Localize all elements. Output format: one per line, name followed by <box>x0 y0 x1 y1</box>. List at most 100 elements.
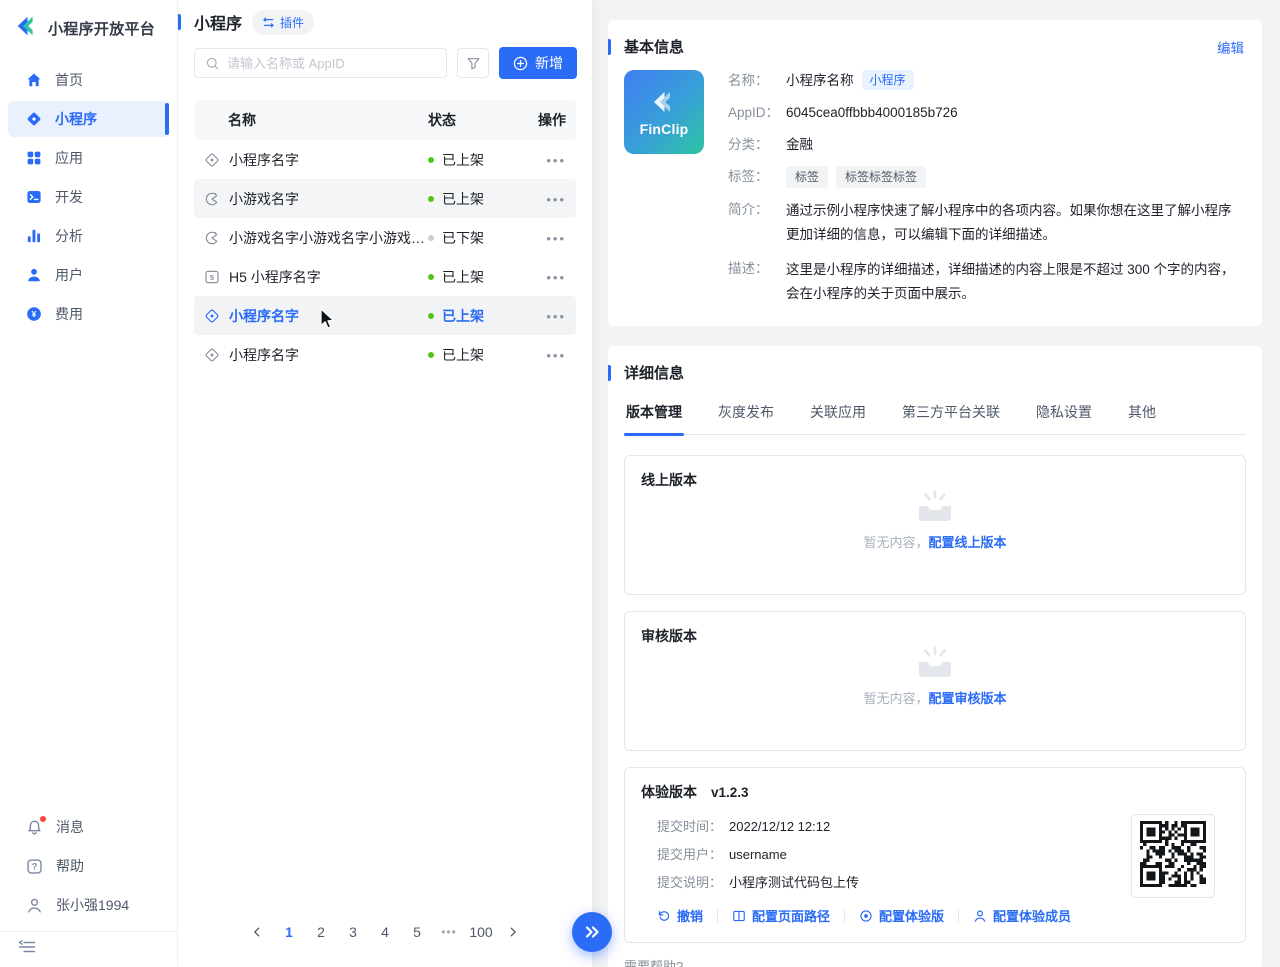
sidebar-item-help[interactable]: ? 帮助 <box>8 848 169 884</box>
chevron-left-icon <box>251 926 263 938</box>
filter-button[interactable] <box>457 48 489 78</box>
online-version-card: 线上版本 暂无内容，配置线上版本 <box>624 455 1246 595</box>
empty-text: 暂无内容， <box>863 535 928 550</box>
field-desc: 描述： 这里是小程序的详细描述，详细描述的内容上限是不超过 300 个字的内容，… <box>728 258 1244 306</box>
tab-version-management[interactable]: 版本管理 <box>624 393 684 434</box>
help-text: 需要帮助? <box>624 956 1246 967</box>
pagination-ellipsis[interactable]: ••• <box>435 918 463 946</box>
empty-inbox-icon <box>913 646 957 680</box>
tab-gray-release[interactable]: 灰度发布 <box>716 393 776 434</box>
table-row[interactable]: 小程序名字 已上架 ••• <box>194 140 576 179</box>
configure-page-path-button[interactable]: 配置页面路径 <box>732 906 830 925</box>
search-box[interactable] <box>194 48 447 78</box>
sidebar-footer: 消息 ? 帮助 张小强1994 <box>0 809 177 967</box>
divider <box>844 909 845 923</box>
plugin-toggle-badge[interactable]: 插件 <box>252 10 314 35</box>
detail-info-title: 详细信息 <box>624 362 684 383</box>
row-more-button[interactable]: ••• <box>546 192 566 207</box>
row-name: 小程序名字 <box>229 150 299 170</box>
sidebar-item-messages[interactable]: 消息 <box>8 809 169 845</box>
revoke-button[interactable]: 撤销 <box>657 906 703 925</box>
row-more-button[interactable]: ••• <box>546 348 566 363</box>
status-dot <box>428 352 434 358</box>
configure-online-version-link[interactable]: 配置线上版本 <box>929 535 1007 550</box>
column-actions: 操作 <box>520 110 576 130</box>
tab-other[interactable]: 其他 <box>1126 393 1158 434</box>
row-more-button[interactable]: ••• <box>546 270 566 285</box>
filter-funnel-icon <box>466 56 481 71</box>
miniprogram-table: 名称 状态 操作 小程序名字 已上架 ••• 小游戏名字 已上架 ••• 小游戏… <box>194 100 576 374</box>
title-marker <box>608 365 611 381</box>
row-more-button[interactable]: ••• <box>546 309 566 324</box>
pagination-next-button[interactable] <box>499 918 527 946</box>
pagination-page-5[interactable]: 5 <box>403 918 431 946</box>
plus-circle-icon <box>513 56 528 71</box>
help-icon: ? <box>25 858 43 875</box>
row-name: 小程序名字 <box>229 306 299 326</box>
sidebar-item-label: 首页 <box>55 70 83 90</box>
sidebar-item-label: 用户 <box>55 265 83 285</box>
configure-trial-members-button[interactable]: 配置体验成员 <box>973 906 1071 925</box>
minigame-type-icon <box>204 191 220 207</box>
minigame-type-icon <box>204 230 220 246</box>
sidebar-item-home[interactable]: 首页 <box>8 62 169 98</box>
row-name: 小程序名字 <box>229 345 299 365</box>
svg-text:?: ? <box>31 861 37 871</box>
apps-icon <box>25 150 42 166</box>
edit-link[interactable]: 编辑 <box>1217 37 1244 57</box>
table-row[interactable]: 小程序名字 已上架 ••• <box>194 335 576 374</box>
pagination-page-3[interactable]: 3 <box>339 918 367 946</box>
pagination-prev-button[interactable] <box>243 918 271 946</box>
target-icon <box>859 909 873 923</box>
sidebar-collapse-button[interactable] <box>0 931 177 967</box>
platform-logo[interactable]: 小程序开放平台 <box>0 0 177 56</box>
sidebar-nav: 首页 小程序 应用 开发 分析 用户 ¥ <box>0 62 177 335</box>
pagination: 1 2 3 4 5 ••• 100 <box>178 897 592 967</box>
pagination-page-2[interactable]: 2 <box>307 918 335 946</box>
field-label: 提交用户： <box>657 841 729 869</box>
collapse-list-panel-button[interactable] <box>572 912 612 952</box>
table-row[interactable]: 小游戏名字 已上架 ••• <box>194 179 576 218</box>
sidebar-item-dev[interactable]: 开发 <box>8 179 169 215</box>
pagination-page-4[interactable]: 4 <box>371 918 399 946</box>
table-row[interactable]: 小游戏名字小游戏名字小游戏名字 已下架 ••• <box>194 218 576 257</box>
sidebar-item-analytics[interactable]: 分析 <box>8 218 169 254</box>
status-label: 已上架 <box>442 150 484 170</box>
review-version-title: 审核版本 <box>641 626 1229 646</box>
field-intro: 简介： 通过示例小程序快速了解小程序中的各项内容。如果你想在这里了解小程序更加详… <box>728 199 1244 247</box>
detail-info-card: 详细信息 版本管理 灰度发布 关联应用 第三方平台关联 隐私设置 其他 线上版本… <box>608 346 1262 967</box>
app-logo-text: FinClip <box>640 121 689 137</box>
pagination-page-1[interactable]: 1 <box>275 918 303 946</box>
online-version-title: 线上版本 <box>641 470 1229 490</box>
configure-trial-version-button[interactable]: 配置体验版 <box>859 906 944 925</box>
qr-code <box>1140 821 1206 892</box>
field-value: 小程序名称 <box>786 73 854 88</box>
trial-version-qr[interactable] <box>1131 814 1215 898</box>
sidebar-item-account[interactable]: 张小强1994 <box>8 887 169 923</box>
field-value: 这里是小程序的详细描述，详细描述的内容上限是不超过 300 个字的内容，会在小程… <box>786 258 1244 306</box>
tab-privacy-settings[interactable]: 隐私设置 <box>1034 393 1094 434</box>
status-dot <box>428 274 434 280</box>
table-row[interactable]: 5H5 小程序名字 已上架 ••• <box>194 257 576 296</box>
sidebar-item-users[interactable]: 用户 <box>8 257 169 293</box>
add-button[interactable]: 新增 <box>499 47 577 79</box>
field-label: AppID： <box>728 102 786 123</box>
row-more-button[interactable]: ••• <box>546 231 566 246</box>
search-input[interactable] <box>227 56 436 71</box>
tab-third-party-platform[interactable]: 第三方平台关联 <box>900 393 1002 434</box>
field-label: 名称： <box>728 70 786 91</box>
sidebar-item-label: 张小强1994 <box>56 895 129 915</box>
field-appid: AppID： 6045cea0ffbbb4000185b726 <box>728 102 1244 123</box>
sidebar-item-apps[interactable]: 应用 <box>8 140 169 176</box>
row-more-button[interactable]: ••• <box>546 153 566 168</box>
sidebar-item-billing[interactable]: ¥ 费用 <box>8 296 169 332</box>
status-dot <box>428 157 434 163</box>
configure-review-version-link[interactable]: 配置审核版本 <box>929 691 1007 706</box>
platform-logo-text: 小程序开放平台 <box>48 18 155 39</box>
row-name: 小游戏名字 <box>229 189 299 209</box>
table-row-selected[interactable]: 小程序名字 已上架 ••• <box>194 296 576 335</box>
tab-linked-apps[interactable]: 关联应用 <box>808 393 868 434</box>
action-label: 配置体验成员 <box>993 906 1071 925</box>
pagination-page-last[interactable]: 100 <box>467 918 495 946</box>
sidebar-item-miniprogram[interactable]: 小程序 <box>8 101 169 137</box>
